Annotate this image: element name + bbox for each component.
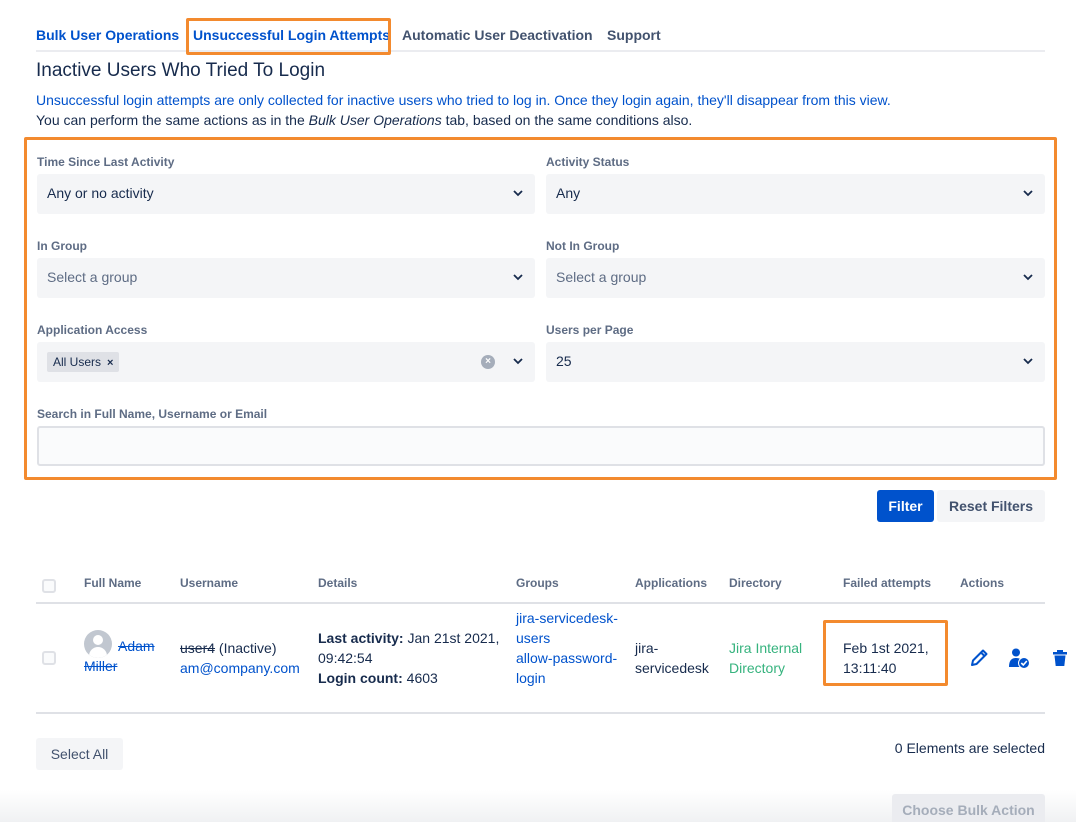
- username: user4: [180, 640, 216, 656]
- directory-cell: Jira Internal Directory: [729, 640, 803, 676]
- edit-icon[interactable]: [968, 647, 990, 669]
- tab-support[interactable]: Support: [607, 27, 661, 43]
- table-header-divider: [36, 602, 1045, 604]
- users-per-page-select[interactable]: 25: [546, 342, 1045, 382]
- application-access-select[interactable]: All Users × ×: [37, 342, 535, 382]
- not-in-group-select[interactable]: Select a group: [546, 258, 1045, 298]
- row-checkbox[interactable]: [42, 651, 56, 665]
- header-failed-attempts: Failed attempts: [843, 576, 932, 590]
- info-text-secondary: You can perform the same actions as in t…: [36, 112, 693, 128]
- page-title: Inactive Users Who Tried To Login: [36, 60, 326, 81]
- group-link[interactable]: jira-servicedesk-users: [516, 610, 618, 646]
- header-groups: Groups: [516, 576, 559, 590]
- choose-bulk-action-button[interactable]: Choose Bulk Action: [892, 794, 1045, 822]
- header-full-name: Full Name: [84, 576, 142, 590]
- tab-bulk-user-operations[interactable]: Bulk User Operations: [36, 27, 179, 43]
- chevron-down-icon: [1023, 274, 1033, 281]
- active-tab-highlight: [186, 18, 391, 55]
- header-directory: Directory: [729, 576, 782, 590]
- select-all-checkbox[interactable]: [42, 579, 56, 593]
- in-group-label: In Group: [37, 239, 87, 253]
- header-actions: Actions: [960, 576, 1005, 590]
- trash-icon[interactable]: [1049, 647, 1071, 669]
- chevron-down-icon: [1023, 358, 1033, 365]
- full-name-cell: Adam Miller: [84, 636, 174, 676]
- full-name-link[interactable]: Adam: [118, 638, 155, 654]
- chip-remove-icon[interactable]: ×: [107, 357, 113, 369]
- search-label: Search in Full Name, Username or Email: [37, 407, 268, 421]
- all-users-chip: All Users ×: [47, 352, 120, 372]
- selected-count: 0 Elements are selected: [894, 740, 1045, 756]
- not-in-group-label: Not In Group: [546, 239, 620, 253]
- users-per-page-label: Users per Page: [546, 323, 634, 337]
- filter-button[interactable]: Filter: [877, 490, 934, 522]
- tab-automatic-user-deactivation[interactable]: Automatic User Deactivation: [402, 27, 593, 43]
- time-since-select[interactable]: Any or no activity: [37, 174, 535, 214]
- username-status: (Inactive): [215, 640, 277, 656]
- failed-attempts-highlight: [823, 620, 948, 686]
- email-link[interactable]: am@company.com: [180, 660, 300, 676]
- select-all-button[interactable]: Select All: [36, 738, 123, 770]
- chevron-down-icon: [513, 274, 523, 281]
- user-check-icon[interactable]: [1008, 647, 1030, 669]
- activity-status-select[interactable]: Any: [546, 174, 1045, 214]
- username-cell: user4 (Inactive) am@company.com: [180, 638, 315, 678]
- group-link[interactable]: allow-password-login: [516, 650, 617, 686]
- info-text: Unsuccessful login attempts are only col…: [36, 92, 891, 108]
- search-input[interactable]: [37, 426, 1045, 466]
- application-cell: jira-servicedesk: [635, 640, 709, 676]
- chevron-down-icon: [513, 190, 523, 197]
- header-details: Details: [318, 576, 358, 590]
- header-username: Username: [180, 576, 239, 590]
- chevron-down-icon: [513, 358, 523, 365]
- header-applications: Applications: [635, 576, 708, 590]
- groups-cell: jira-servicedesk-users allow-password-lo…: [516, 608, 626, 688]
- full-name-link-last[interactable]: Miller: [84, 658, 117, 674]
- chevron-down-icon: [1023, 190, 1033, 197]
- clear-icon[interactable]: ×: [481, 355, 495, 369]
- details-cell: Last activity: Jan 21st 2021, 09:42:54 L…: [318, 630, 500, 686]
- time-since-label: Time Since Last Activity: [37, 155, 175, 169]
- table-row-divider: [36, 712, 1045, 714]
- application-access-label: Application Access: [37, 323, 148, 337]
- in-group-select[interactable]: Select a group: [37, 258, 535, 298]
- activity-status-label: Activity Status: [546, 155, 630, 169]
- reset-filters-button[interactable]: Reset Filters: [937, 490, 1045, 522]
